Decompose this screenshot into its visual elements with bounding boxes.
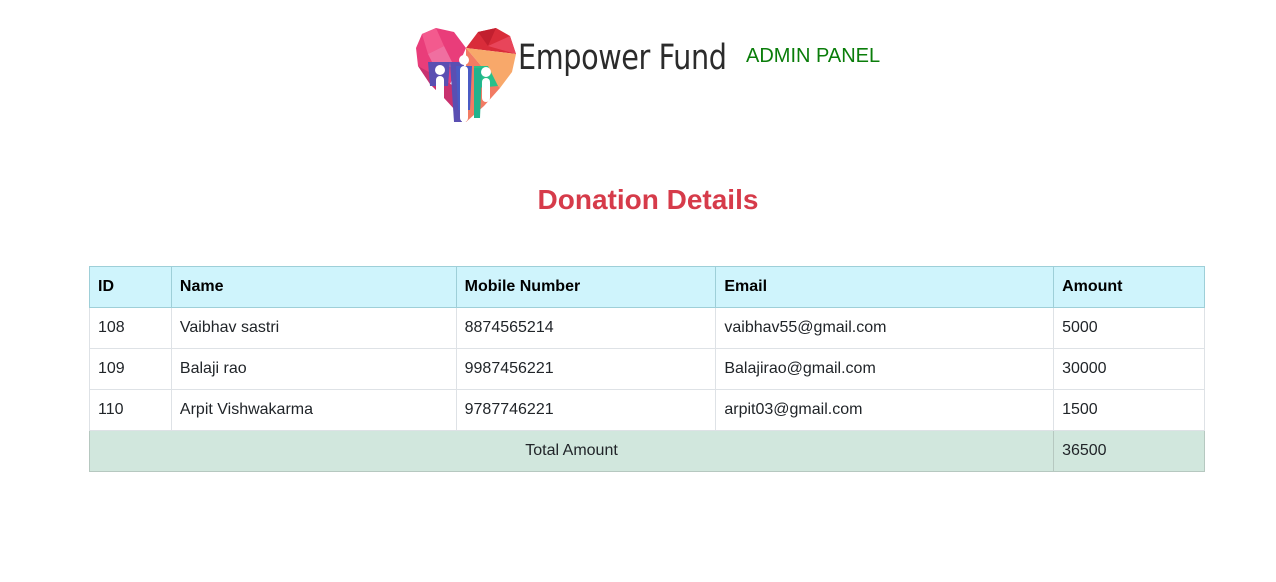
cell-amount: 30000 [1053,348,1205,390]
table-row: 108 Vaibhav sastri 8874565214 vaibhav55@… [89,307,1205,349]
total-row: Total Amount 36500 [88,430,1205,472]
column-header-id: ID [89,266,172,308]
cell-id: 108 [89,307,172,349]
cell-id: 109 [89,348,172,390]
cell-name: Vaibhav sastri [170,307,457,349]
cell-email: vaibhav55@gmail.com [715,307,1055,349]
cell-name: Balaji rao [170,348,457,390]
table-row: 109 Balaji rao 9987456221 Balajirao@gmai… [89,348,1205,390]
cell-name: Arpit Vishwakarma [170,389,457,431]
cell-id: 110 [89,389,172,431]
cell-email: arpit03@gmail.com [715,389,1055,431]
cell-mobile: 9987456221 [455,348,717,390]
table-header-row: ID Name Mobile Number Email Amount [89,266,1205,308]
cell-mobile: 9787746221 [455,389,717,431]
cell-email: Balajirao@gmail.com [715,348,1055,390]
cell-mobile: 8874565214 [455,307,717,349]
table-row: 110 Arpit Vishwakarma 9787746221 arpit03… [89,389,1205,431]
total-amount-value: 36500 [1053,430,1205,472]
site-header: Empower Fund ADMIN PANEL [0,0,1276,140]
donations-table: ID Name Mobile Number Email Amount 108 V… [88,266,1205,472]
cell-amount: 1500 [1053,389,1205,431]
brand-name[interactable]: Empower Fund [518,38,727,78]
column-header-mobile: Mobile Number [455,266,717,308]
column-header-name: Name [170,266,457,308]
page-title: Donation Details [537,184,759,215]
heart-people-logo-icon[interactable] [414,26,518,126]
column-header-email: Email [715,266,1055,308]
total-amount-label: Total Amount [88,430,1055,472]
column-header-amount: Amount [1053,266,1205,308]
cell-amount: 5000 [1053,307,1205,349]
admin-panel-label[interactable]: ADMIN PANEL [746,45,880,68]
